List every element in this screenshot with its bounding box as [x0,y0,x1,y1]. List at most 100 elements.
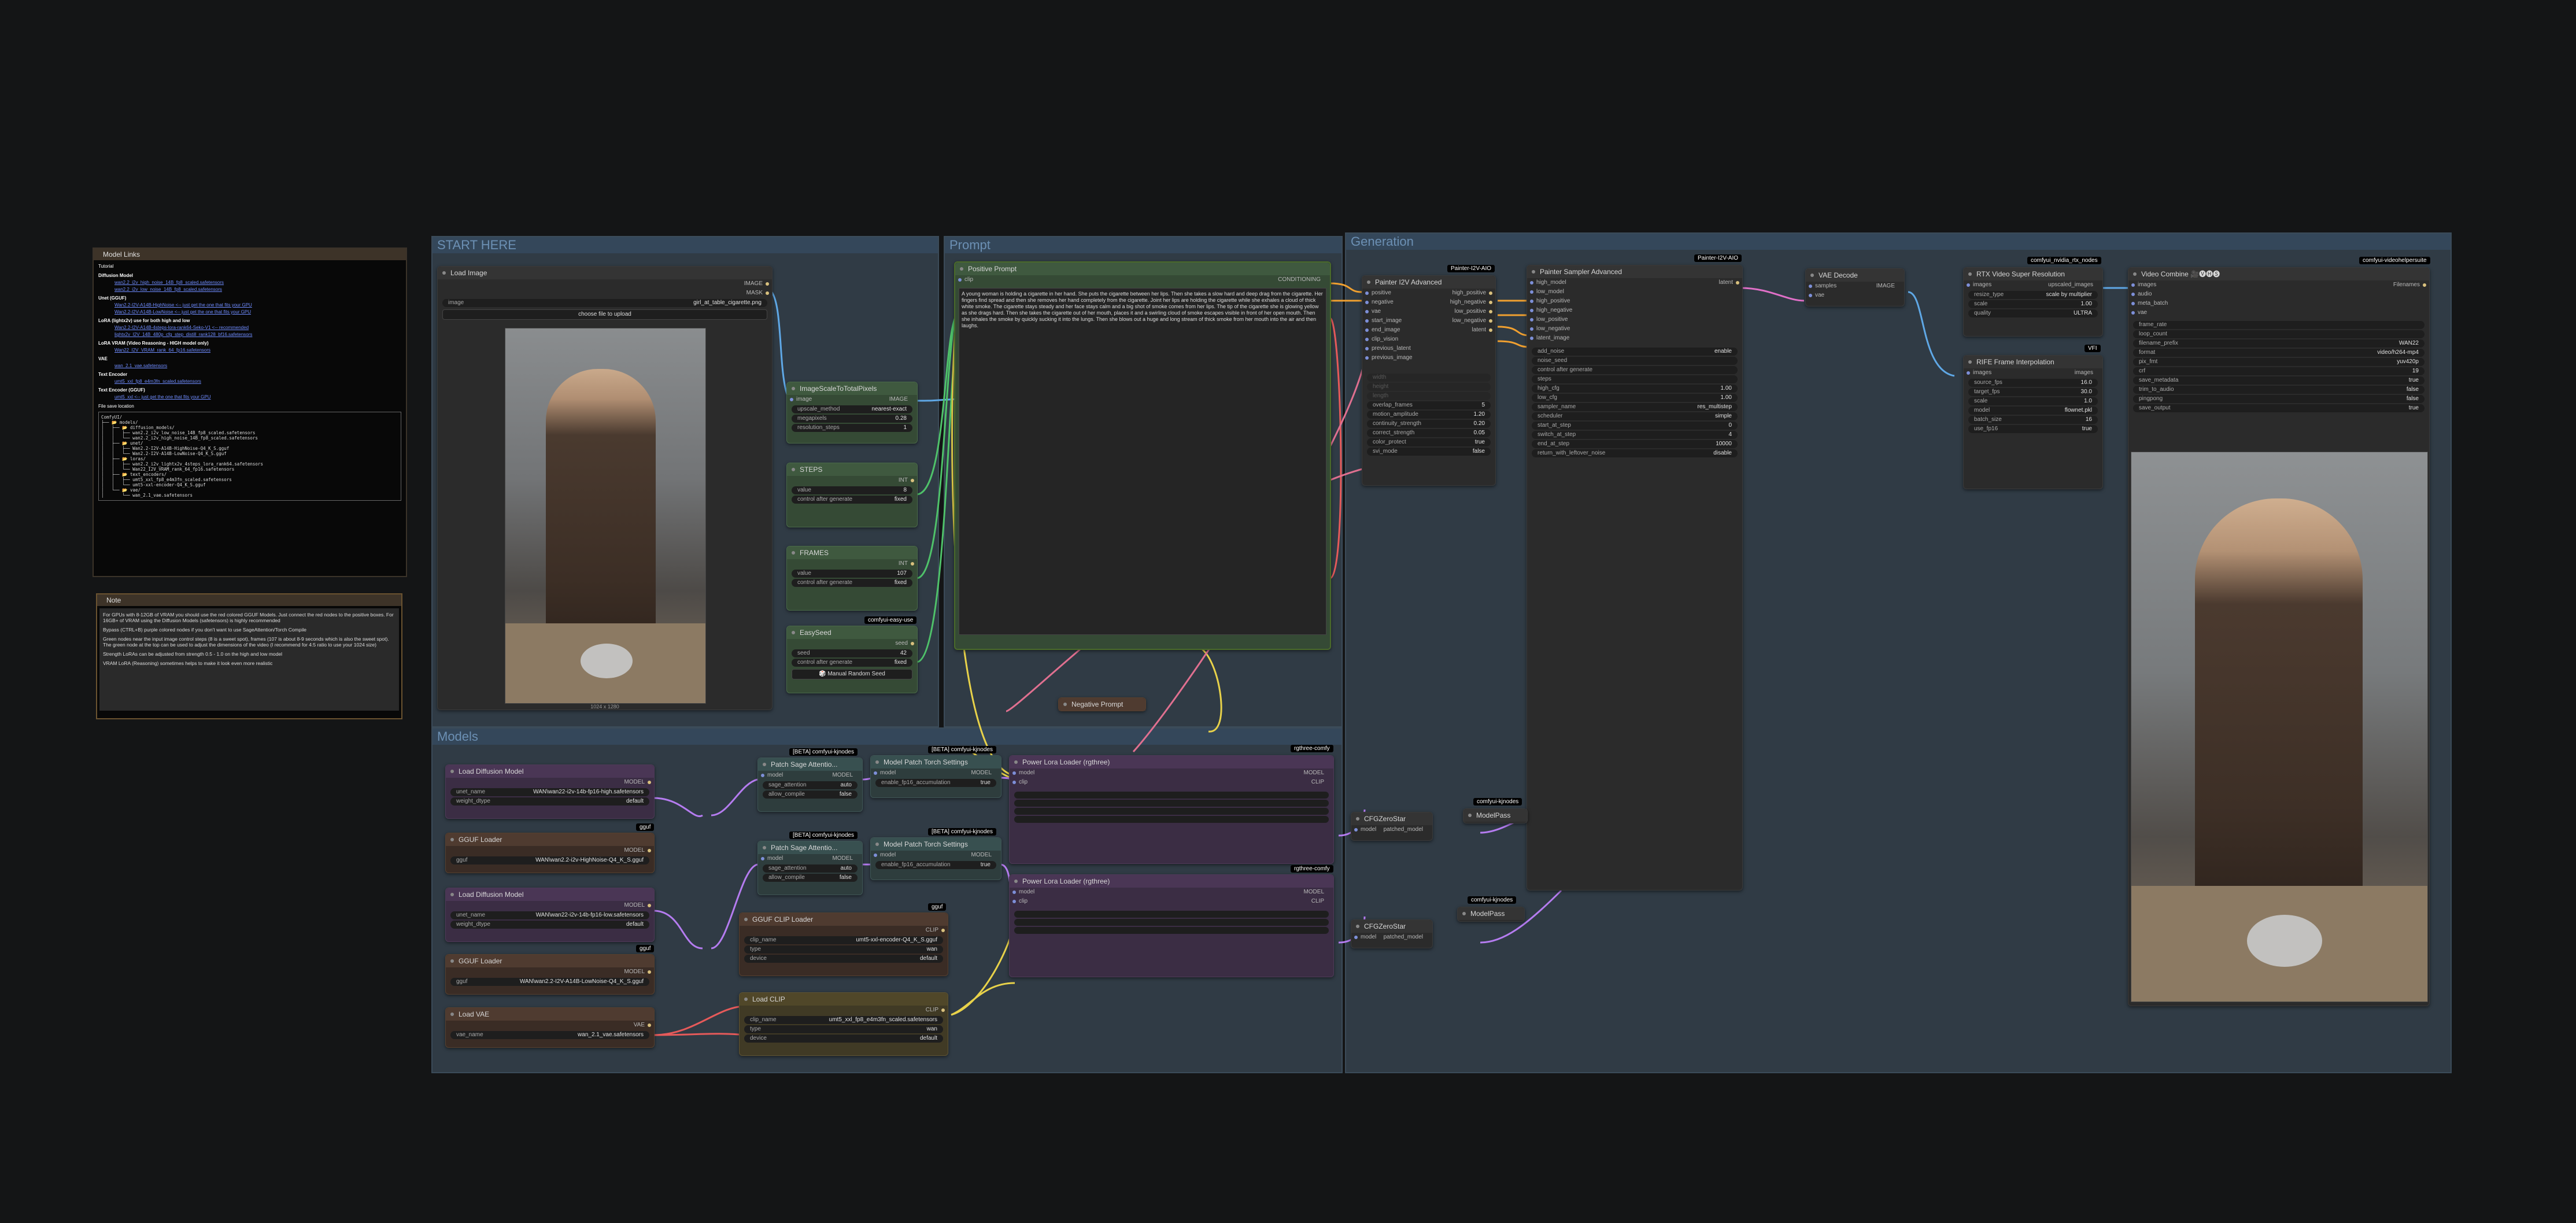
io-row[interactable]: model MODEL [1010,888,1333,897]
image-scale-node[interactable]: ImageScaleToTotalPixels image IMAGE upsca… [786,382,918,444]
output-slot[interactable]: latent [1656,278,1742,287]
widget-row[interactable]: scale 1.00 [1968,300,2098,308]
widget-row[interactable]: correct_strength 0.05 [1367,429,1491,437]
widget-row[interactable]: format video/h264-mp4 [2133,349,2425,357]
clip-device-widget[interactable]: device default [744,955,943,963]
input-slot[interactable]: images [2128,280,2309,290]
output-model[interactable]: MODEL [832,771,853,780]
io-row[interactable]: model MODEL [871,851,1001,860]
input-clip[interactable]: clip [1019,897,1028,906]
frames-control-widget[interactable]: control after generate fixed [792,579,912,587]
input-slot[interactable]: vae [1362,307,1429,316]
widget-row[interactable]: frame_rate [2133,321,2425,329]
steps-node[interactable]: STEPS INT value 8 control after generate f… [786,463,918,527]
widget-row[interactable]: pix_fmt yuv420p [2133,358,2425,366]
widget-row[interactable]: save_metadata true [2133,376,2425,385]
input-slot[interactable]: end_image [1362,326,1429,335]
weight-dtype-widget[interactable]: weight_dtype default [450,797,649,806]
widget-row[interactable]: batch_size 16 [1968,416,2098,424]
unet-name-widget[interactable]: unet_name WAN\wan22-i2v-14b-fp16-high.saf… [450,788,649,796]
io-row[interactable]: clip CLIP [1010,897,1333,906]
input-vae[interactable]: vae [1806,291,1904,300]
input-slot[interactable]: high_model [1527,278,1656,287]
io-row[interactable]: model MODEL [1010,768,1333,778]
power-lora-node-2[interactable]: Power Lora Loader (rgthree) model MODEL c… [1009,874,1334,977]
model-link[interactable]: umt5_xxl_fp8_e4m3fn_scaled.safetensors [98,379,401,385]
load-vae-node[interactable]: Load VAE VAE vae_name wan_2.1_vae.safeten… [445,1007,655,1048]
input-slot[interactable]: meta_batch [2128,299,2309,308]
output-slot[interactable]: high_positive [1429,289,1495,298]
negative-prompt-node[interactable]: Negative Prompt [1058,697,1146,711]
widget-row[interactable]: resize_type scale by multiplier [1968,291,2098,299]
input-slot[interactable]: low_positive [1527,315,1656,324]
lora-slot-1[interactable] [1014,792,1329,799]
lora-slot-2[interactable] [1014,919,1329,926]
input-model[interactable]: model [880,768,896,778]
vae-name-widget[interactable]: vae_name wan_2.1_vae.safetensors [450,1031,649,1039]
upload-button[interactable]: choose file to upload [442,309,767,320]
widget-row[interactable]: model flownet.pkl [1968,407,2098,415]
output-vae[interactable]: VAE [446,1021,654,1030]
lora-slot-2[interactable] [1014,800,1329,807]
widget-row[interactable]: target_fps 30.0 [1968,388,2098,396]
input-model[interactable]: model [1019,888,1034,897]
output-model[interactable]: MODEL [446,901,654,910]
output-image[interactable]: IMAGE [438,279,772,289]
positive-prompt-node[interactable]: Positive Prompt clip CONDITIONING A young… [954,261,1331,650]
input-model[interactable]: model [880,851,896,860]
steps-value-widget[interactable]: value 8 [792,486,912,494]
widget-row[interactable]: loop_count [2133,330,2425,338]
load-image-node[interactable]: Load Image IMAGE MASK image girl_at_table… [437,266,773,710]
input-slot[interactable]: high_positive [1527,297,1656,306]
painter-sampler-node[interactable]: Painter Sampler Advanced high_model low_m… [1527,265,1743,891]
output-clip[interactable]: CLIP [1311,778,1324,787]
input-slot[interactable]: negative [1362,298,1429,307]
widget-row[interactable]: low_cfg 1.00 [1532,394,1738,402]
weight-dtype-widget[interactable]: weight_dtype default [450,921,649,929]
fp16-accumulation-widget[interactable]: enable_fp16_accumulation true [875,861,996,869]
widget-row[interactable]: return_with_leftover_noise disable [1532,449,1738,457]
input-samples[interactable]: samples [1815,282,1836,291]
output-image[interactable]: IMAGE [889,395,908,404]
input-slot[interactable]: low_model [1527,287,1656,297]
input-slot[interactable]: start_image [1362,316,1429,326]
tutorial-link[interactable]: Tutorial [98,264,401,269]
output-model[interactable]: MODEL [446,846,654,855]
clip-name-widget[interactable]: clip_name umt5_xxl_fp8_e4m3fn_scaled.safe… [744,1016,943,1024]
model-link[interactable]: wan_2.1_vae.safetensors [98,363,401,369]
load-diffusion-low-node[interactable]: Load Diffusion Model MODEL unet_name WAN\… [445,888,655,942]
io-row[interactable]: model patched_model [1351,825,1432,834]
output-conditioning[interactable]: CONDITIONING [1278,275,1321,284]
output-clip[interactable]: CLIP [740,926,948,935]
output-video-preview[interactable] [2131,452,2428,1002]
widget-row[interactable]: continuity_strength 0.20 [1367,420,1491,428]
input-clip[interactable]: clip [964,275,973,284]
gguf-clip-loader-node[interactable]: GGUF CLIP Loader CLIP clip_name umt5-xxl-… [739,912,948,976]
widget-row[interactable]: control after generate [1532,366,1738,374]
output-model[interactable]: MODEL [971,768,992,778]
widget-row[interactable]: add_noise enable [1532,348,1738,356]
widget-row[interactable]: source_fps 16.0 [1968,379,2098,387]
clip-device-widget[interactable]: device default [744,1034,943,1043]
resolution-steps-widget[interactable]: resolution_steps 1 [792,424,912,432]
output-images[interactable]: images [2075,368,2093,378]
vae-decode-node[interactable]: VAE Decode samples IMAGE vae [1805,268,1905,306]
clip-name-widget[interactable]: clip_name umt5-xxl-encoder-Q4_K_S.gguf [744,936,943,944]
output-clip[interactable]: CLIP [1311,897,1324,906]
widget-row[interactable]: overlap_frames 5 [1367,401,1491,409]
widget-row[interactable]: switch_at_step 4 [1532,431,1738,439]
lora-slot-3[interactable] [1014,808,1329,815]
gguf-loader-low-node[interactable]: GGUF Loader MODEL gguf WAN\wan2.2-I2V-A14… [445,954,655,995]
positive-prompt-text[interactable]: A young woman is holding a cigarette in … [959,288,1326,635]
input-images[interactable]: images [1973,280,1991,290]
output-slot[interactable]: low_positive [1429,307,1495,316]
input-slot[interactable]: vae [2128,308,2309,317]
output-slot[interactable]: low_negative [1429,316,1495,326]
easyseed-node[interactable]: EasySeed seed seed 42 control after gener… [786,626,918,693]
input-clip[interactable]: clip [1019,778,1028,787]
model-link[interactable]: Wan22_I2V_VRAM_rank_64_fp16.safetensors [98,348,401,353]
input-slot[interactable]: positive [1362,289,1429,298]
widget-row[interactable]: sampler_name res_multistep [1532,403,1738,411]
widget-row[interactable]: svi_mode false [1367,448,1491,456]
allow-compile-widget[interactable]: allow_compile false [763,874,858,882]
